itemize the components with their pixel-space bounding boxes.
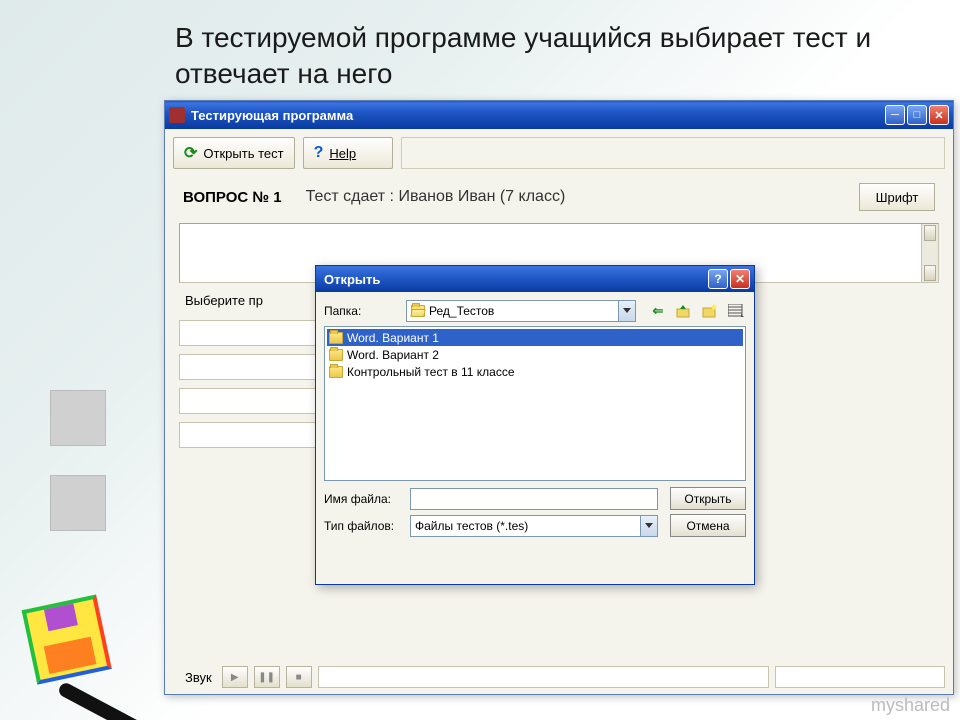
open-button[interactable]: Открыть xyxy=(670,487,746,510)
nav-up-icon[interactable] xyxy=(674,301,694,321)
play-button[interactable]: ▶ xyxy=(222,666,248,688)
nav-new-folder-icon[interactable] xyxy=(700,301,720,321)
nav-view-icon[interactable] xyxy=(726,301,746,321)
pause-button[interactable]: ❚❚ xyxy=(254,666,280,688)
bottom-bar: Звук ▶ ❚❚ ■ xyxy=(173,666,945,688)
window-title: Тестирующая программа xyxy=(191,108,353,123)
status-field xyxy=(318,666,769,688)
chevron-down-icon xyxy=(645,523,653,528)
toolbar: ⟳ Открыть тест ? Help xyxy=(173,137,945,169)
folder-label: Папка: xyxy=(324,304,400,318)
stop-button[interactable]: ■ xyxy=(286,666,312,688)
watermark: myshared xyxy=(871,695,950,716)
student-info: Тест сдает : Иванов Иван (7 класс) xyxy=(306,188,566,206)
titlebar[interactable]: Тестирующая программа ─ □ ✕ xyxy=(165,101,953,129)
file-name: Word. Вариант 1 xyxy=(347,331,439,345)
status-field xyxy=(775,666,945,688)
filetype-label: Тип файлов: xyxy=(324,519,404,533)
dialog-title: Открыть xyxy=(324,272,380,287)
filename-input[interactable] xyxy=(410,488,658,510)
floppy-icon xyxy=(22,592,129,699)
file-list[interactable]: Word. Вариант 1 Word. Вариант 2 Контроль… xyxy=(324,326,746,481)
page-headline: В тестируемой программе учащийся выбирае… xyxy=(175,20,915,93)
font-button[interactable]: Шрифт xyxy=(859,183,935,211)
question-number: ВОПРОС № 1 xyxy=(183,189,282,206)
chevron-down-icon xyxy=(623,308,631,313)
maximize-button[interactable]: □ xyxy=(907,105,927,125)
help-button[interactable]: ? Help xyxy=(303,137,393,169)
decorative-square xyxy=(50,475,106,531)
open-test-button[interactable]: ⟳ Открыть тест xyxy=(173,137,295,169)
file-item[interactable]: Word. Вариант 2 xyxy=(327,346,743,363)
scrollbar[interactable] xyxy=(921,224,938,282)
current-folder: Ред_Тестов xyxy=(429,304,494,318)
open-test-label: Открыть тест xyxy=(203,146,283,161)
folder-icon xyxy=(329,332,343,344)
refresh-icon: ⟳ xyxy=(184,143,197,163)
filetype-value: Файлы тестов (*.tes) xyxy=(415,519,528,533)
help-label: Help xyxy=(329,146,356,161)
close-button[interactable]: ✕ xyxy=(929,105,949,125)
file-name: Word. Вариант 2 xyxy=(347,348,439,362)
dialog-titlebar[interactable]: Открыть ? ✕ xyxy=(316,266,754,292)
nav-back-icon[interactable]: ⇐ xyxy=(648,301,668,321)
folder-icon xyxy=(329,366,343,378)
folder-icon xyxy=(329,349,343,361)
decorative-square xyxy=(50,390,106,446)
folder-icon xyxy=(411,305,425,317)
file-item[interactable]: Контрольный тест в 11 классе xyxy=(327,363,743,380)
filetype-combo[interactable]: Файлы тестов (*.tes) xyxy=(410,515,658,537)
sound-label: Звук xyxy=(173,670,216,685)
minimize-button[interactable]: ─ xyxy=(885,105,905,125)
app-icon xyxy=(169,107,185,123)
cancel-button[interactable]: Отмена xyxy=(670,514,746,537)
filename-label: Имя файла: xyxy=(324,492,404,506)
open-dialog: Открыть ? ✕ Папка: Ред_Тестов ⇐ xyxy=(315,265,755,585)
file-name: Контрольный тест в 11 классе xyxy=(347,365,515,379)
dialog-help-button[interactable]: ? xyxy=(708,269,728,289)
toolbar-spacer xyxy=(401,137,945,169)
file-item[interactable]: Word. Вариант 1 xyxy=(327,329,743,346)
help-icon: ? xyxy=(314,144,324,162)
folder-combo[interactable]: Ред_Тестов xyxy=(406,300,636,322)
dialog-close-button[interactable]: ✕ xyxy=(730,269,750,289)
